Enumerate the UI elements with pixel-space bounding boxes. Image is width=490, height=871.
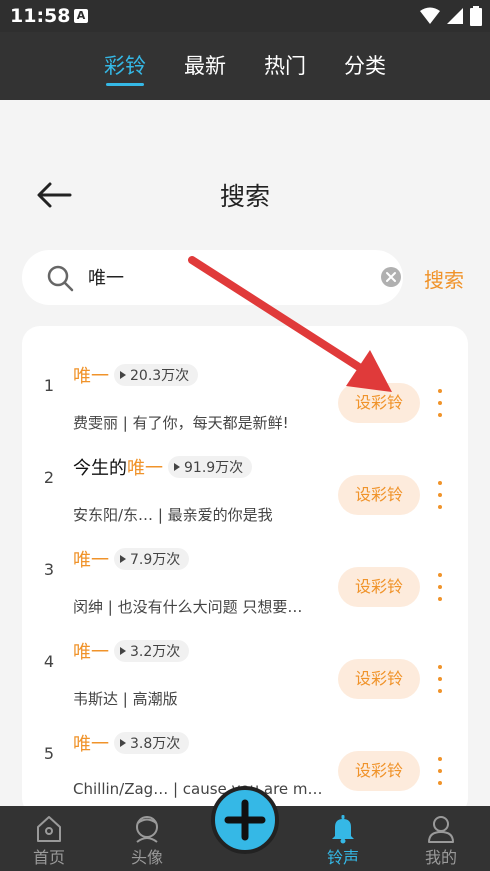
nav-profile[interactable]: 我的 xyxy=(401,806,481,871)
profile-icon xyxy=(428,816,454,843)
search-input[interactable] xyxy=(88,262,358,292)
song-description: 韦斯达 | 高潮版 xyxy=(73,690,178,708)
set-ringback-button[interactable]: 设彩铃 xyxy=(338,475,420,515)
nav-label: 头像 xyxy=(130,848,163,867)
top-tab-bar: 彩铃 最新 热门 分类 xyxy=(0,32,490,100)
title-highlight: 唯一 xyxy=(127,458,163,479)
play-count-badge: 7.9万次 xyxy=(114,548,190,570)
list-item[interactable]: 1 唯一 20.3万次 费雯丽 | 有了你，每天都是新鲜! 设彩铃 xyxy=(22,340,468,432)
play-count: 91.9万次 xyxy=(184,460,244,476)
song-title: 唯一 xyxy=(73,362,109,388)
song-description: Chillin/Zag… | cause you are m… xyxy=(73,780,323,798)
rank-number: 1 xyxy=(43,376,55,395)
play-icon xyxy=(120,739,126,747)
title-highlight: 唯一 xyxy=(73,366,109,387)
set-ringback-button[interactable]: 设彩铃 xyxy=(338,567,420,607)
add-button[interactable] xyxy=(211,786,279,854)
title-highlight: 唯一 xyxy=(73,550,109,571)
rank-number: 2 xyxy=(43,468,55,487)
title-highlight: 唯一 xyxy=(73,734,109,755)
play-icon xyxy=(120,371,126,379)
list-item[interactable]: 3 唯一 7.9万次 闵绅 | 也没有什么大问题 只想要… 设彩铃 xyxy=(22,524,468,616)
title-line: 今生的唯一 91.9万次 xyxy=(73,454,253,480)
rank-number: 3 xyxy=(43,560,55,579)
home-icon xyxy=(37,816,61,842)
play-count: 20.3万次 xyxy=(130,368,190,384)
play-icon xyxy=(120,647,126,655)
play-count: 3.8万次 xyxy=(130,736,181,752)
more-icon[interactable] xyxy=(434,481,446,509)
signal-icon xyxy=(447,8,463,24)
song-description: 费雯丽 | 有了你，每天都是新鲜! xyxy=(73,414,289,432)
search-button[interactable]: 搜索 xyxy=(424,264,464,293)
tab-category[interactable]: 分类 xyxy=(344,32,386,100)
title-line: 唯一 3.8万次 xyxy=(73,730,190,756)
plus-icon xyxy=(224,799,266,841)
set-ringback-button[interactable]: 设彩铃 xyxy=(338,383,420,423)
search-box xyxy=(22,250,403,305)
avatar-icon xyxy=(136,816,158,843)
play-count-badge: 3.8万次 xyxy=(114,732,190,754)
tab-hot[interactable]: 热门 xyxy=(264,32,306,100)
play-count-badge: 20.3万次 xyxy=(114,364,199,386)
song-title: 唯一 xyxy=(73,730,109,756)
status-icons xyxy=(420,6,482,26)
song-description: 闵绅 | 也没有什么大问题 只想要… xyxy=(73,598,303,616)
search-icon xyxy=(47,265,74,292)
results-list: 1 唯一 20.3万次 费雯丽 | 有了你，每天都是新鲜! 设彩铃 2 今生的唯… xyxy=(22,326,468,816)
battery-icon xyxy=(470,6,482,26)
title-line: 唯一 20.3万次 xyxy=(73,362,199,388)
bell-icon xyxy=(332,815,354,844)
status-bar: 11:58 A xyxy=(0,0,490,32)
nav-label: 我的 xyxy=(424,848,457,867)
clear-icon[interactable] xyxy=(380,266,402,288)
page-title: 搜索 xyxy=(219,182,270,211)
play-count-badge: 3.2万次 xyxy=(114,640,190,662)
rank-number: 4 xyxy=(43,652,55,671)
tab-ringback[interactable]: 彩铃 xyxy=(104,32,146,100)
more-icon[interactable] xyxy=(434,757,446,785)
title-line: 唯一 7.9万次 xyxy=(73,546,190,572)
nav-label: 铃声 xyxy=(326,848,359,867)
more-icon[interactable] xyxy=(434,389,446,417)
nav-label: 首页 xyxy=(32,848,65,867)
title-line: 唯一 3.2万次 xyxy=(73,638,190,664)
play-icon xyxy=(120,555,126,563)
wifi-icon xyxy=(420,7,440,24)
song-description: 安东阳/东… | 最亲爱的你是我 xyxy=(73,506,273,524)
list-item[interactable]: 2 今生的唯一 91.9万次 安东阳/东… | 最亲爱的你是我 设彩铃 xyxy=(22,432,468,524)
title-prefix: 今生的 xyxy=(73,458,127,479)
song-title: 今生的唯一 xyxy=(73,454,163,480)
play-icon xyxy=(174,463,180,471)
rank-number: 5 xyxy=(43,744,55,763)
more-icon[interactable] xyxy=(434,665,446,693)
more-icon[interactable] xyxy=(434,573,446,601)
set-ringback-button[interactable]: 设彩铃 xyxy=(338,751,420,791)
song-title: 唯一 xyxy=(73,546,109,572)
play-count: 3.2万次 xyxy=(130,644,181,660)
set-ringback-button[interactable]: 设彩铃 xyxy=(338,659,420,699)
status-time: 11:58 xyxy=(10,5,71,27)
tab-latest[interactable]: 最新 xyxy=(184,32,226,100)
play-count-badge: 91.9万次 xyxy=(168,456,253,478)
nav-home[interactable]: 首页 xyxy=(9,806,89,871)
play-count: 7.9万次 xyxy=(130,552,181,568)
nav-avatar[interactable]: 头像 xyxy=(107,806,187,871)
song-title: 唯一 xyxy=(73,638,109,664)
title-highlight: 唯一 xyxy=(73,642,109,663)
notification-icon: A xyxy=(74,9,88,23)
page-header: 搜索 xyxy=(0,165,490,225)
nav-ringtones[interactable]: 铃声 xyxy=(303,806,383,871)
list-item[interactable]: 4 唯一 3.2万次 韦斯达 | 高潮版 设彩铃 xyxy=(22,616,468,708)
